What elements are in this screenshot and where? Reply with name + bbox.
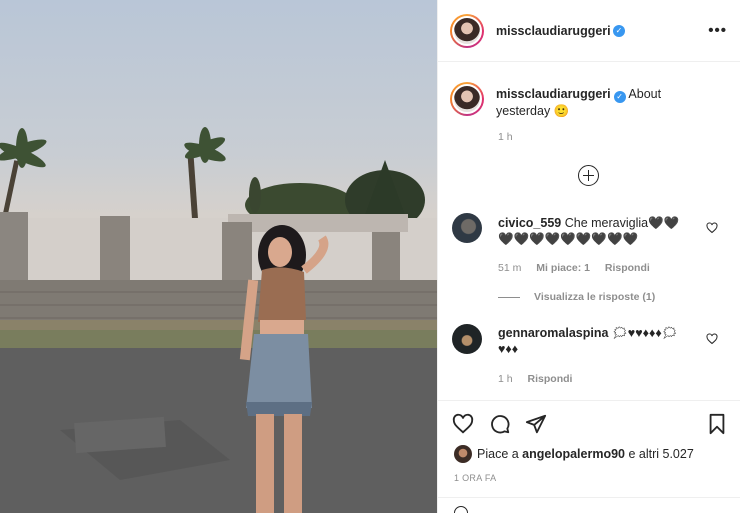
post-photo-scene xyxy=(0,127,437,513)
save-bookmark-icon[interactable] xyxy=(706,413,728,435)
caption-text-block: missclaudiaruggeri ✓ About yesterday 🙂 xyxy=(496,86,696,120)
more-options-icon[interactable]: ••• xyxy=(708,22,727,39)
liker-username[interactable]: angelopalermo90 xyxy=(522,447,625,461)
liker-avatar[interactable] xyxy=(454,445,472,463)
post-actions: Piace a angelopalermo90 e altri 5.027 1 … xyxy=(438,400,740,513)
comment-username[interactable]: civico_559 xyxy=(498,216,561,230)
view-replies-label: Visualizza le risposte (1) xyxy=(534,291,656,303)
comment-username[interactable]: gennaromalaspina xyxy=(498,326,608,340)
comment-bubble-icon[interactable] xyxy=(489,413,511,435)
comment-likes[interactable]: Mi piace: 1 xyxy=(536,262,590,274)
comment-like-heart-icon[interactable] xyxy=(706,222,718,234)
comment-time[interactable]: 51 m xyxy=(498,262,521,274)
load-more-comments-button[interactable] xyxy=(578,165,599,186)
comment-meta: 1 h Rispondi xyxy=(498,373,584,385)
likes-summary: Piace a angelopalermo90 e altri 5.027 xyxy=(454,445,694,463)
comment-time[interactable]: 1 h xyxy=(498,373,513,385)
likes-suffix[interactable]: e altri 5.027 xyxy=(625,447,693,461)
share-paper-plane-icon[interactable] xyxy=(525,413,547,435)
verified-badge-icon: ✓ xyxy=(613,91,626,103)
verified-badge-icon: ✓ xyxy=(613,25,625,37)
likes-prefix: Piace a xyxy=(477,447,523,461)
caption-time[interactable]: 1 h xyxy=(498,131,513,143)
emoji-icon[interactable] xyxy=(454,506,468,513)
like-heart-icon[interactable] xyxy=(452,413,474,435)
view-replies-button[interactable]: Visualizza le risposte (1) xyxy=(498,291,655,303)
comment-avatar[interactable] xyxy=(452,324,482,354)
author-avatar[interactable] xyxy=(450,14,484,48)
comment-text-block: civico_559 Che meraviglia🖤🖤🖤🖤🖤🖤🖤🖤🖤🖤🖤 xyxy=(498,215,694,247)
comment-meta: 51 m Mi piace: 1 Rispondi xyxy=(498,262,662,274)
comment-avatar[interactable] xyxy=(452,213,482,243)
reply-button[interactable]: Rispondi xyxy=(528,373,573,385)
caption-username[interactable]: missclaudiaruggeri xyxy=(496,87,611,101)
post-header: missclaudiaruggeri ✓ ••• xyxy=(438,0,740,62)
add-comment-area[interactable] xyxy=(438,497,740,513)
post-photo[interactable] xyxy=(0,0,437,513)
comment-text-block: gennaromalaspina 🗯♥♥♦♦♦🗯♥♦♦ xyxy=(498,325,694,357)
replies-divider xyxy=(498,296,520,298)
post-date[interactable]: 1 ORA FA xyxy=(454,473,496,483)
comment-like-heart-icon[interactable] xyxy=(706,333,718,345)
reply-button[interactable]: Rispondi xyxy=(605,262,650,274)
caption-avatar[interactable] xyxy=(450,82,484,116)
author-username[interactable]: missclaudiaruggeri xyxy=(496,24,611,38)
post-side-panel: missclaudiaruggeri ✓ ••• missclaudiarugg… xyxy=(437,0,740,513)
